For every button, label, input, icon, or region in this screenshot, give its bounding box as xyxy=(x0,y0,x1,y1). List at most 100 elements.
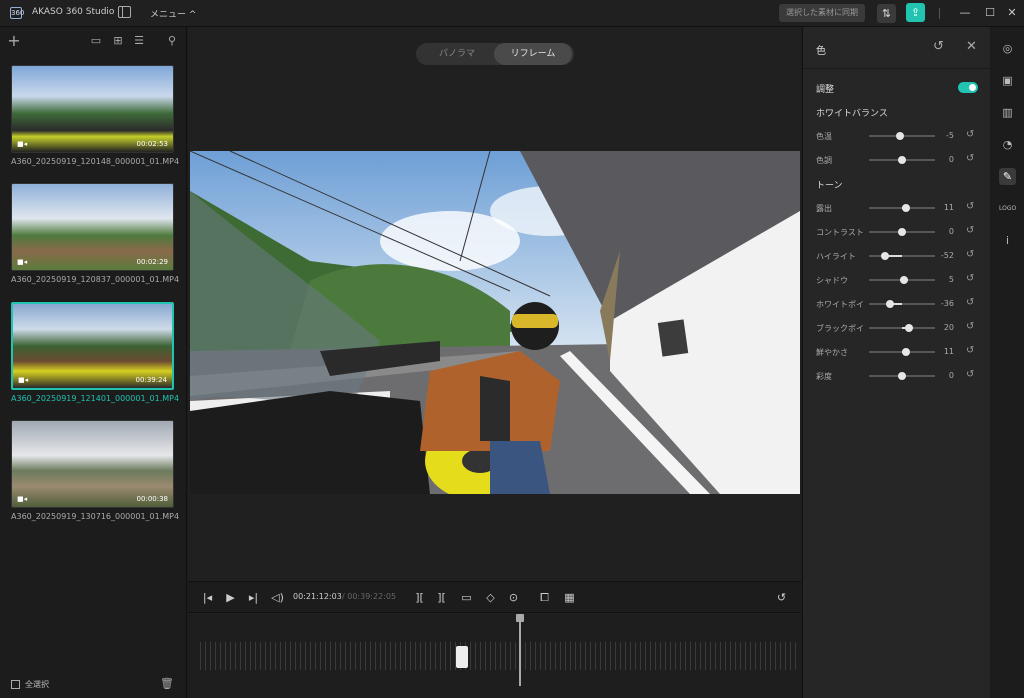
keyframe-marker[interactable] xyxy=(456,646,468,668)
film-icon[interactable]: ▥ xyxy=(999,104,1016,121)
slider-knob[interactable] xyxy=(898,372,906,380)
media-item-selected[interactable]: ■◂ 00:39:24 A360_20250919_121401_000001_… xyxy=(11,302,179,403)
volume-icon[interactable]: ◁) xyxy=(270,590,285,605)
reset-all-icon[interactable]: ↺ xyxy=(933,39,944,54)
video-icon: ■◂ xyxy=(17,495,28,503)
keyframe-icon[interactable]: ◇ xyxy=(483,590,498,605)
slider-track[interactable] xyxy=(869,348,935,356)
trim-in-icon[interactable]: ][ xyxy=(412,590,427,605)
trash-icon[interactable]: 🗑 xyxy=(160,677,174,690)
reset-icon[interactable]: ↺ xyxy=(966,321,974,332)
tab-panorama[interactable]: パノラマ xyxy=(418,43,496,65)
previous-frame-icon[interactable]: |◂ xyxy=(200,590,215,605)
minimize-icon[interactable]: — xyxy=(954,3,976,23)
slider-label: 色温 xyxy=(816,132,832,141)
media-item[interactable]: ■◂ 00:02:29 A360_20250919_120837_000001_… xyxy=(11,183,179,284)
select-all-label[interactable]: 全選択 xyxy=(25,679,49,690)
image-icon[interactable]: ▣ xyxy=(999,72,1016,89)
crop-icon[interactable]: ⧠ xyxy=(537,590,552,605)
slider-knob[interactable] xyxy=(898,228,906,236)
reset-icon[interactable]: ↺ xyxy=(966,273,974,284)
slider-value[interactable]: 11 xyxy=(937,203,954,212)
adjust-toggle[interactable] xyxy=(958,82,978,93)
slider-track[interactable] xyxy=(869,300,935,308)
color-icon[interactable]: ✎ xyxy=(999,168,1016,185)
sync-selected-button[interactable]: 選択した素材に同期 xyxy=(779,4,865,22)
slider-label: 露出 xyxy=(816,204,832,213)
slider-knob[interactable] xyxy=(880,252,889,260)
panel-toggle-icon[interactable] xyxy=(118,6,131,18)
media-item[interactable]: ■◂ 00:00:38 A360_20250919_130716_000001_… xyxy=(11,420,179,521)
trim-out-icon[interactable]: ][ xyxy=(434,590,449,605)
playhead[interactable] xyxy=(519,614,521,686)
reset-icon[interactable]: ↺ xyxy=(966,129,974,140)
slider-value[interactable]: -52 xyxy=(937,251,954,260)
slider-knob[interactable] xyxy=(896,132,905,140)
slider-knob[interactable] xyxy=(904,324,913,332)
slider-value[interactable]: 0 xyxy=(937,371,954,380)
speed-icon[interactable]: ◔ xyxy=(999,136,1016,153)
add-media-icon[interactable]: + xyxy=(6,33,22,49)
slider-knob[interactable] xyxy=(901,348,910,356)
slider-label: 色調 xyxy=(816,156,832,165)
tab-reframe[interactable]: リフレーム xyxy=(494,43,572,65)
reset-icon[interactable]: ↺ xyxy=(966,201,974,212)
undo-icon[interactable]: ↺ xyxy=(774,590,789,605)
slider-value[interactable]: 0 xyxy=(937,155,954,164)
slider-track[interactable] xyxy=(869,204,935,212)
slider-track[interactable] xyxy=(869,276,935,284)
slider-label: 鮮やかさ xyxy=(816,348,848,357)
window-close-icon[interactable]: ✕ xyxy=(1001,3,1023,23)
slider-track[interactable] xyxy=(869,156,935,164)
media-thumbnail: ■◂ 00:02:29 xyxy=(11,183,174,271)
next-frame-icon[interactable]: ▸| xyxy=(246,590,261,605)
reset-icon[interactable]: ↺ xyxy=(966,369,974,380)
timeline[interactable] xyxy=(188,614,801,698)
aspect-ratio-icon[interactable]: ▭ xyxy=(459,590,474,605)
target-icon[interactable]: ⊙ xyxy=(506,590,521,605)
reset-icon[interactable]: ↺ xyxy=(966,153,974,164)
large-view-icon[interactable]: ▭ xyxy=(88,33,104,49)
camera-icon[interactable]: ◎ xyxy=(999,40,1016,57)
slider-track[interactable] xyxy=(869,228,935,236)
slider-row: ハイライト -52 ↺ xyxy=(803,248,991,264)
menu-button[interactable]: メニュー ^ xyxy=(150,7,196,20)
list-view-icon[interactable]: ☰ xyxy=(131,33,147,49)
swap-icon[interactable]: ⇅ xyxy=(877,4,896,23)
reset-icon[interactable]: ↺ xyxy=(966,225,974,236)
panel-title: 色 xyxy=(816,46,826,57)
slider-row: ホワイトポイ -36 ↺ xyxy=(803,296,991,312)
select-all-checkbox[interactable] xyxy=(11,680,20,689)
media-item[interactable]: ■◂ 00:02:53 A360_20250919_120148_000001_… xyxy=(11,65,179,166)
playhead-handle[interactable] xyxy=(516,614,524,622)
video-preview[interactable] xyxy=(190,151,800,494)
slider-track[interactable] xyxy=(869,372,935,380)
slider-value[interactable]: -5 xyxy=(937,131,954,140)
slider-value[interactable]: 20 xyxy=(937,323,954,332)
slider-label: ホワイトポイ xyxy=(816,300,864,309)
reset-icon[interactable]: ↺ xyxy=(966,345,974,356)
slider-knob[interactable] xyxy=(898,156,906,164)
reset-icon[interactable]: ↺ xyxy=(966,297,974,308)
filter-icon[interactable]: ⚲ xyxy=(164,33,180,49)
slider-knob[interactable] xyxy=(899,276,908,284)
grid-icon[interactable]: ▦ xyxy=(562,590,577,605)
slider-track[interactable] xyxy=(869,324,935,332)
export-icon[interactable]: ⇪ xyxy=(906,3,925,22)
slider-track[interactable] xyxy=(869,252,935,260)
slider-value[interactable]: 0 xyxy=(937,227,954,236)
logo-icon[interactable]: LOGO xyxy=(999,200,1016,217)
slider-knob[interactable] xyxy=(886,300,895,308)
slider-knob[interactable] xyxy=(901,204,910,212)
info-icon[interactable]: i xyxy=(999,232,1016,249)
play-icon[interactable]: ▶ xyxy=(223,590,238,605)
slider-track[interactable] xyxy=(869,132,935,140)
slider-value[interactable]: 5 xyxy=(937,275,954,284)
panel-close-icon[interactable]: ✕ xyxy=(966,39,977,54)
reset-icon[interactable]: ↺ xyxy=(966,249,974,260)
slider-value[interactable]: 11 xyxy=(937,347,954,356)
tone-heading: トーン xyxy=(816,181,843,191)
grid-view-icon[interactable]: ⊞ xyxy=(110,33,126,49)
slider-value[interactable]: -36 xyxy=(937,299,954,308)
maximize-icon[interactable]: ☐ xyxy=(979,3,1001,23)
